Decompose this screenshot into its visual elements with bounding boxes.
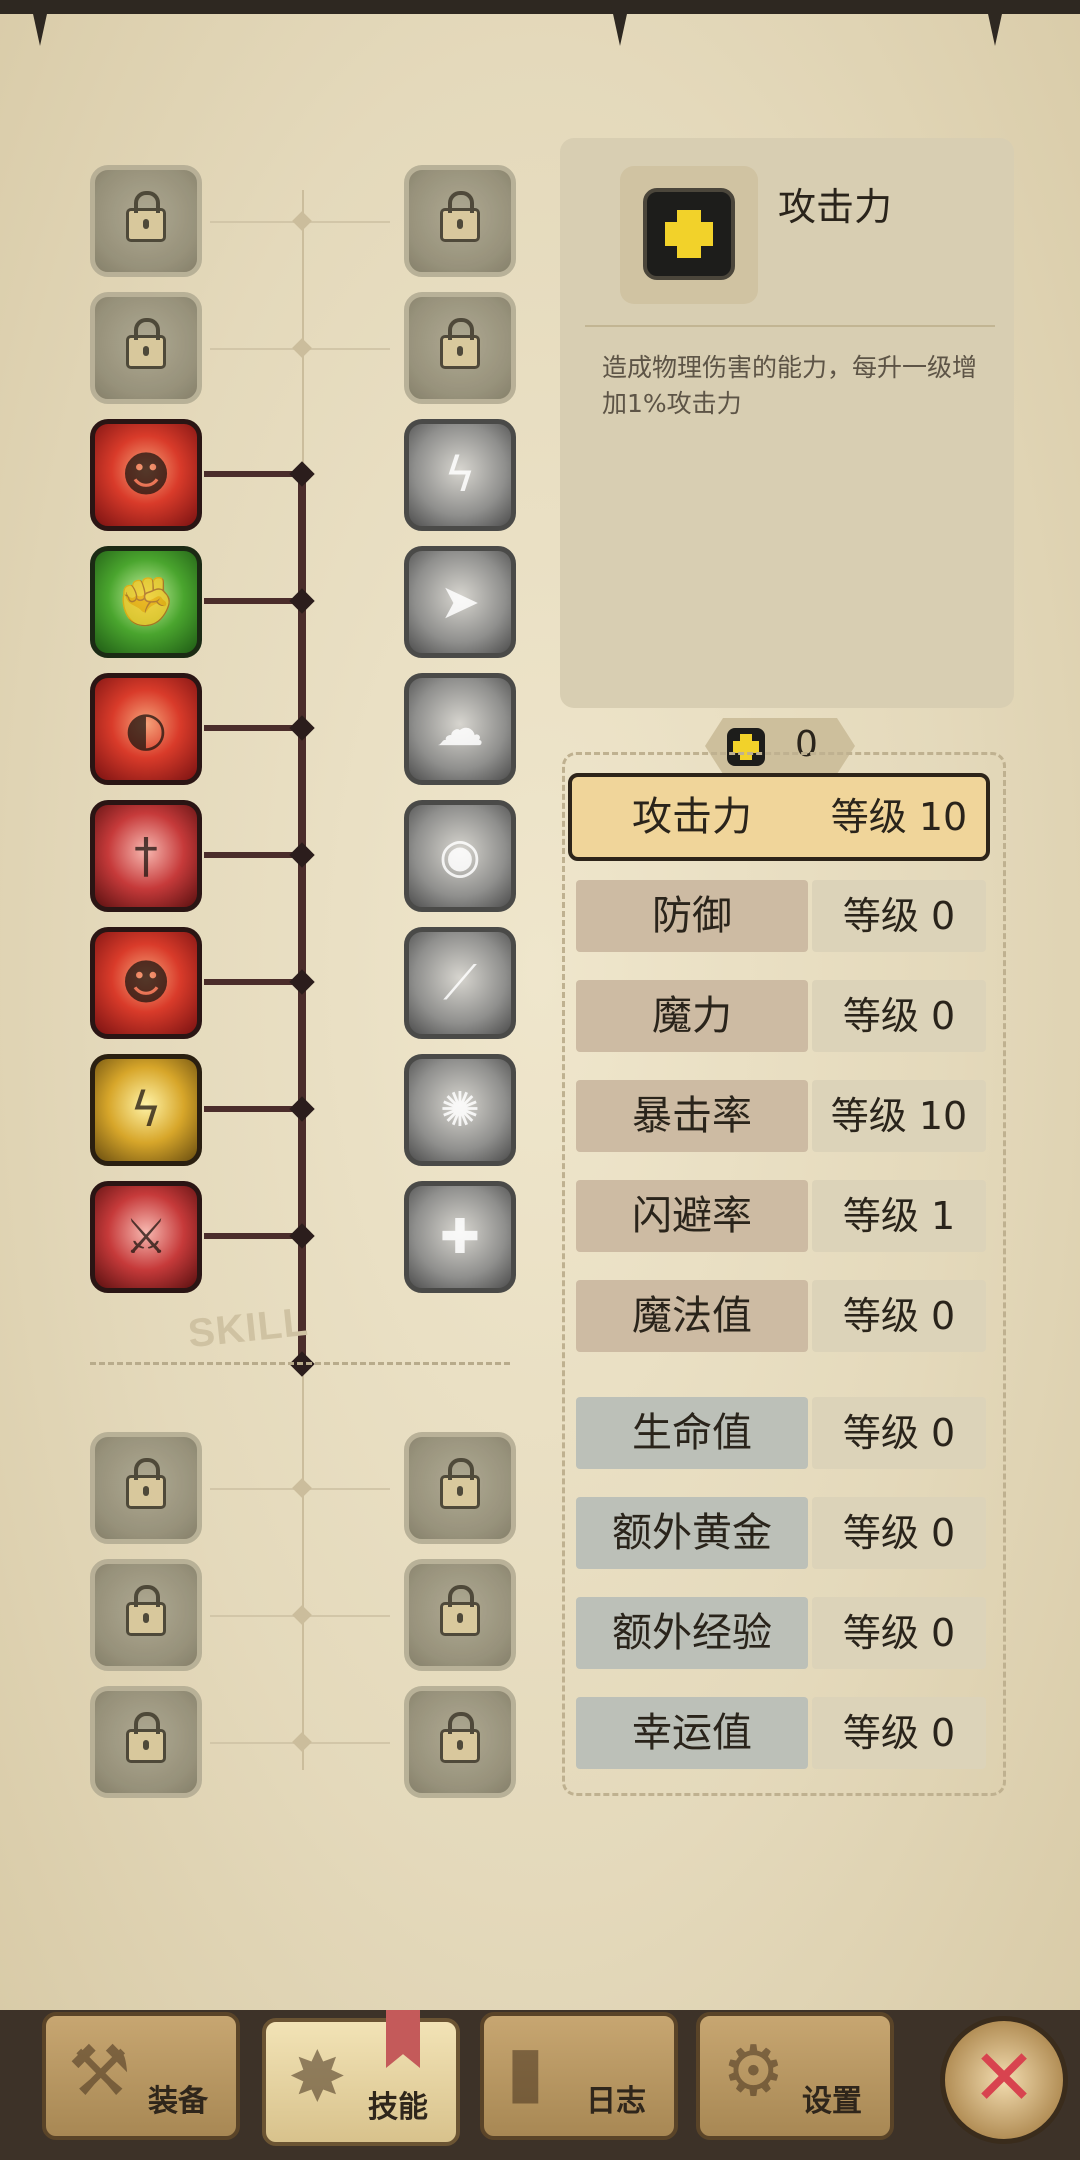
tab-label: 设置 — [802, 2084, 862, 2119]
tab-label: 技能 — [368, 2090, 428, 2125]
lock-icon — [440, 1458, 480, 1510]
stat-level: 等级 0 — [812, 1697, 986, 1769]
lock-icon — [440, 191, 480, 243]
locked-skill-slot[interactable] — [90, 1686, 202, 1798]
locked-skill-slot[interactable] — [404, 1559, 516, 1671]
stat-name: 防御 — [576, 880, 808, 952]
stat-row[interactable]: 魔力 等级 0 — [576, 980, 986, 1052]
skill-info-divider — [585, 325, 995, 327]
lock-icon — [126, 1458, 166, 1510]
lightning-skill-icon[interactable]: ϟ — [90, 1054, 202, 1166]
stat-name: 闪避率 — [576, 1180, 808, 1252]
eye-skill-icon[interactable]: ◉ — [404, 800, 516, 912]
locked-skill-slot[interactable] — [404, 165, 516, 277]
locked-skill-slot[interactable] — [90, 292, 202, 404]
lock-icon — [126, 191, 166, 243]
strength-skill-icon[interactable]: ✊ — [90, 546, 202, 658]
stat-name: 额外黄金 — [576, 1497, 808, 1569]
top-frame — [0, 0, 1080, 14]
stat-row[interactable]: 额外黄金 等级 0 — [576, 1497, 986, 1569]
tab-settings[interactable]: ⚙ 设置 — [696, 2012, 894, 2140]
heal-skill-icon[interactable]: ✚ — [404, 1181, 516, 1293]
thunder-skill-icon[interactable]: ϟ — [404, 419, 516, 531]
frame-spike — [985, 0, 1005, 46]
gear-icon: ⚙ — [722, 2030, 785, 2112]
stat-level: 等级 0 — [812, 1497, 986, 1569]
skill-info-description: 造成物理伤害的能力，每升一级增加1%攻击力 — [602, 353, 978, 418]
lock-icon — [440, 1712, 480, 1764]
stat-level: 等级 10 — [830, 795, 968, 839]
stat-name: 暴击率 — [576, 1080, 808, 1152]
stat-level: 等级 0 — [812, 880, 986, 952]
stat-row[interactable]: 闪避率 等级 1 — [576, 1180, 986, 1252]
tab-label: 装备 — [148, 2084, 208, 2119]
rage-skill-icon[interactable]: ☻ — [90, 419, 202, 531]
lock-icon — [126, 318, 166, 370]
stat-name: 攻击力 — [632, 794, 752, 840]
stat-level: 等级 10 — [812, 1080, 986, 1152]
stat-row[interactable]: 防御 等级 0 — [576, 880, 986, 952]
slash-skill-icon[interactable]: ◐ — [90, 673, 202, 785]
stat-row[interactable]: 魔法值 等级 0 — [576, 1280, 986, 1352]
stat-row[interactable]: 额外经验 等级 0 — [576, 1597, 986, 1669]
lock-icon — [126, 1712, 166, 1764]
plus-icon — [643, 188, 735, 280]
stat-name: 额外经验 — [576, 1597, 808, 1669]
tab-log[interactable]: ▮ 日志 — [480, 2012, 678, 2140]
stat-name: 生命值 — [576, 1397, 808, 1469]
frame-spike — [30, 0, 50, 46]
tab-label: 日志 — [586, 2084, 646, 2119]
stat-level: 等级 0 — [812, 1397, 986, 1469]
tab-equipment[interactable]: ⚒ 装备 — [42, 2012, 240, 2140]
close-icon: ✕ — [971, 2033, 1037, 2124]
stat-row[interactable]: 幸运值 等级 0 — [576, 1697, 986, 1769]
locked-skill-slot[interactable] — [90, 1559, 202, 1671]
stat-name: 魔法值 — [576, 1280, 808, 1352]
dash-skill-icon[interactable]: ➤ — [404, 546, 516, 658]
stat-row[interactable]: 暴击率 等级 10 — [576, 1080, 986, 1152]
stat-level: 等级 0 — [812, 1597, 986, 1669]
lock-icon — [126, 1585, 166, 1637]
locked-skill-slot[interactable] — [90, 165, 202, 277]
blade-skill-icon[interactable]: ⟋ — [404, 927, 516, 1039]
stat-name: 魔力 — [576, 980, 808, 1052]
stat-name: 幸运值 — [576, 1697, 808, 1769]
burst-skill-icon[interactable]: ✺ — [404, 1054, 516, 1166]
stat-level: 等级 1 — [812, 1180, 986, 1252]
locked-skill-slot[interactable] — [90, 1432, 202, 1544]
stat-row-selected[interactable]: 攻击力 等级 10 — [568, 773, 990, 861]
smoke-skill-icon[interactable]: ☁ — [404, 673, 516, 785]
lock-icon — [440, 1585, 480, 1637]
locked-skill-slot[interactable] — [404, 1432, 516, 1544]
skill-divider — [90, 1362, 510, 1365]
locked-skill-slot[interactable] — [404, 1686, 516, 1798]
stat-level: 等级 0 — [812, 980, 986, 1052]
book-icon: ▮ — [506, 2030, 545, 2112]
skill-icon: ✸ — [288, 2036, 347, 2118]
sword-skill-icon[interactable]: † — [90, 800, 202, 912]
locked-skill-slot[interactable] — [404, 292, 516, 404]
frame-spike — [610, 0, 630, 46]
stat-row[interactable]: 生命值 等级 0 — [576, 1397, 986, 1469]
stat-level: 等级 0 — [812, 1280, 986, 1352]
close-button[interactable]: ✕ — [940, 2016, 1068, 2144]
greatsword-skill-icon[interactable]: ⚔ — [90, 1181, 202, 1293]
assassin-skill-icon[interactable]: ☻ — [90, 927, 202, 1039]
armor-icon: ⚒ — [68, 2030, 131, 2112]
skill-info-title: 攻击力 — [778, 185, 893, 229]
tab-skills[interactable]: ✸ 技能 — [262, 2018, 460, 2146]
lock-icon — [440, 318, 480, 370]
